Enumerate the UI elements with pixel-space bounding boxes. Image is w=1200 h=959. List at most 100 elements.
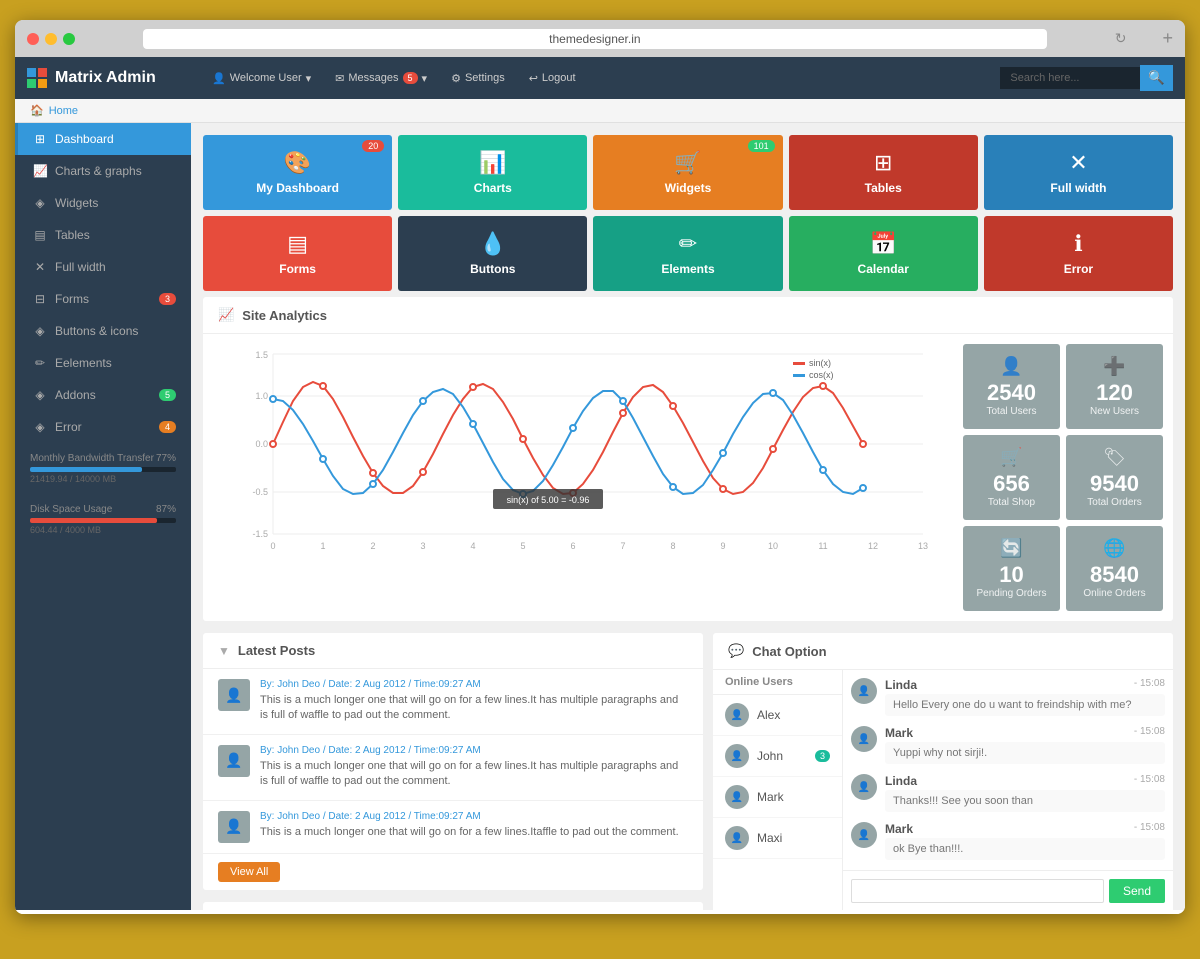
- addons-icon: ◈: [33, 388, 47, 402]
- online-user-alex[interactable]: 👤 Alex: [713, 695, 842, 736]
- toggle-icon[interactable]: ▼: [218, 644, 230, 658]
- maxi-avatar: 👤: [725, 826, 749, 850]
- brand: Matrix Admin: [27, 68, 202, 88]
- new-tab-button[interactable]: +: [1162, 28, 1173, 49]
- total-shop-icon: 🛒: [1000, 447, 1022, 468]
- address-bar[interactable]: themedesigner.in: [143, 29, 1047, 49]
- tile-calendar[interactable]: 📅 Calendar: [789, 216, 978, 291]
- tile-widgets[interactable]: 101 🛒 Widgets: [593, 135, 782, 210]
- tile-calendar-icon: 📅: [870, 231, 897, 257]
- reload-icon[interactable]: ↻: [1115, 30, 1127, 47]
- svg-text:10: 10: [768, 541, 778, 551]
- total-orders-icon: 🏷: [1103, 447, 1126, 468]
- sidebar-item-charts[interactable]: 📈 Charts & graphs: [15, 155, 191, 187]
- tile-charts[interactable]: 📊 Charts: [398, 135, 587, 210]
- forms-icon: ⊟: [33, 292, 47, 306]
- sidebar-item-addons[interactable]: ◈ Addons 5: [15, 379, 191, 411]
- stat-total-users: 👤 2540 Total Users: [963, 344, 1060, 429]
- nav-welcome[interactable]: 👤 Welcome User ▾: [202, 68, 321, 89]
- john-avatar: 👤: [725, 744, 749, 768]
- chat-right: 👤 Linda - 15:08 Hello Every one do u wan…: [843, 670, 1173, 910]
- post-content: By: John Deo / Date: 2 Aug 2012 / Time:0…: [260, 745, 688, 790]
- online-orders-icon: 🌐: [1103, 538, 1125, 559]
- search-button[interactable]: 🔍: [1140, 65, 1173, 91]
- stat-pending-orders: 🔄 10 Pending Orders: [963, 526, 1060, 611]
- post-avatar: 👤: [218, 679, 250, 711]
- tile-dashboard[interactable]: 20 🎨 My Dashboard: [203, 135, 392, 210]
- svg-text:6: 6: [570, 541, 575, 551]
- chat-msg-mark-2: 👤 Mark - 15:08 ok Bye than!!!.: [851, 822, 1165, 860]
- tile-forms[interactable]: ▤ Forms: [203, 216, 392, 291]
- sidebar-item-forms[interactable]: ⊟ Forms 3: [15, 283, 191, 315]
- nav-logout[interactable]: ↩ Logout: [519, 68, 586, 89]
- fullwidth-icon: ✕: [33, 260, 47, 274]
- post-avatar: 👤: [218, 745, 250, 777]
- tile-elements[interactable]: ✏ Elements: [593, 216, 782, 291]
- svg-text:7: 7: [620, 541, 625, 551]
- svg-text:-1.5: -1.5: [252, 529, 268, 539]
- stat-total-orders: 🏷 9540 Total Orders: [1066, 435, 1163, 520]
- sidebar-item-fullwidth[interactable]: ✕ Full width: [15, 251, 191, 283]
- svg-text:12: 12: [868, 541, 878, 551]
- nav-settings[interactable]: ⚙ Settings: [441, 68, 515, 89]
- tiles-row-2: ▤ Forms 💧 Buttons ✏ Elements 📅 Calendar: [203, 216, 1173, 291]
- online-users-list: Online Users 👤 Alex 👤 John 3: [713, 670, 843, 910]
- post-item: 👤 By: John Deo / Date: 2 Aug 2012 / Time…: [203, 669, 703, 735]
- latest-posts-header: ▼ Latest Posts: [203, 633, 703, 669]
- tiles-row-1: 20 🎨 My Dashboard 📊 Charts 101 🛒 Widgets: [203, 135, 1173, 210]
- sidebar: ⊞ Dashboard 📈 Charts & graphs ◈ Widgets …: [15, 123, 191, 910]
- dot-close[interactable]: [27, 33, 39, 45]
- latest-posts-card: ▼ Latest Posts 👤 By: John Deo / Date: 2 …: [203, 633, 703, 890]
- tile-widgets-icon: 🛒: [674, 150, 701, 176]
- sine-chart: 1.5 1.0 0.0 -0.5 -1.5 0 1 2: [213, 344, 953, 564]
- nav-links: 👤 Welcome User ▾ ✉ Messages 5 ▾ ⚙ Settin…: [202, 68, 1000, 89]
- sidebar-item-tables[interactable]: ▤ Tables: [15, 219, 191, 251]
- sidebar-item-dashboard[interactable]: ⊞ Dashboard: [15, 123, 191, 155]
- sidebar-item-widgets[interactable]: ◈ Widgets: [15, 187, 191, 219]
- svg-text:9: 9: [720, 541, 725, 551]
- online-user-mark[interactable]: 👤 Mark: [713, 777, 842, 818]
- brand-name: Matrix Admin: [55, 69, 156, 87]
- svg-text:1.5: 1.5: [255, 350, 268, 360]
- post-content: By: John Deo / Date: 2 Aug 2012 / Time:0…: [260, 811, 688, 843]
- chat-msg-mark-1: 👤 Mark - 15:08 Yuppi why not sirji!.: [851, 726, 1165, 764]
- linda-avatar: 👤: [851, 678, 877, 704]
- chat-send-button[interactable]: Send: [1109, 879, 1165, 903]
- search-input[interactable]: [1000, 67, 1140, 89]
- tile-dashboard-icon: 🎨: [284, 150, 311, 176]
- dashboard-icon: ⊞: [33, 132, 47, 146]
- sidebar-item-buttons[interactable]: ◈ Buttons & icons: [15, 315, 191, 347]
- dot-maximize[interactable]: [63, 33, 75, 45]
- chat-msg-linda-2: 👤 Linda - 15:08 Thanks!!! See you soon t…: [851, 774, 1165, 812]
- tile-tables[interactable]: ⊞ Tables: [789, 135, 978, 210]
- chat-input[interactable]: [851, 879, 1104, 903]
- alex-avatar: 👤: [725, 703, 749, 727]
- dot-minimize[interactable]: [45, 33, 57, 45]
- browser-dots: [27, 33, 75, 45]
- svg-text:1.0: 1.0: [255, 391, 268, 401]
- svg-text:8: 8: [670, 541, 675, 551]
- sidebar-item-elements[interactable]: ✏ Eelements: [15, 347, 191, 379]
- chart-area: 1.5 1.0 0.0 -0.5 -1.5 0 1 2: [213, 344, 953, 611]
- tile-buttons[interactable]: 💧 Buttons: [398, 216, 587, 291]
- tile-fullwidth[interactable]: ✕ Full width: [984, 135, 1173, 210]
- chat-input-area: Send: [843, 870, 1173, 910]
- tile-tables-icon: ⊞: [874, 150, 892, 176]
- view-all-button[interactable]: View All: [218, 862, 280, 882]
- nav-messages[interactable]: ✉ Messages 5 ▾: [325, 68, 437, 89]
- svg-text:5: 5: [520, 541, 525, 551]
- chat-messages: 👤 Linda - 15:08 Hello Every one do u wan…: [843, 670, 1173, 870]
- new-users-icon: ➕: [1103, 356, 1125, 377]
- svg-text:cos(x): cos(x): [809, 370, 834, 380]
- tables-icon: ▤: [33, 228, 47, 242]
- online-user-maxi[interactable]: 👤 Maxi: [713, 818, 842, 859]
- tile-error[interactable]: ℹ Error: [984, 216, 1173, 291]
- svg-text:sin(x): sin(x): [809, 358, 831, 368]
- svg-text:4: 4: [470, 541, 475, 551]
- chat-icon: 💬: [728, 643, 744, 659]
- online-user-john[interactable]: 👤 John 3: [713, 736, 842, 777]
- sidebar-item-error[interactable]: ◈ Error 4: [15, 411, 191, 443]
- disk-section: Disk Space Usage 87% 604.44 / 4000 MB: [15, 494, 191, 545]
- chat-header: 💬 Chat Option: [713, 633, 1173, 670]
- chat-body: Online Users 👤 Alex 👤 John 3: [713, 670, 1173, 910]
